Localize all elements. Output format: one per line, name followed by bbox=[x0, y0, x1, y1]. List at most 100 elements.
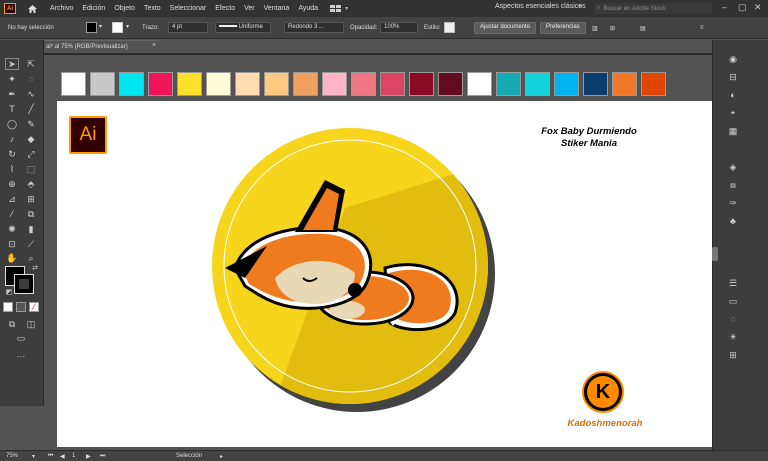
menu-objeto[interactable]: Objeto bbox=[114, 5, 135, 12]
appearance-icon[interactable]: ☀ bbox=[725, 330, 741, 344]
scale-tool-icon[interactable]: ⤢ bbox=[24, 148, 38, 160]
chevron-down-icon[interactable]: ▾ bbox=[126, 23, 129, 30]
ai-badge[interactable]: Ai bbox=[69, 116, 107, 154]
eraser-tool-icon[interactable]: ◆ bbox=[24, 133, 38, 145]
menu-ventana[interactable]: Ventana bbox=[264, 5, 290, 12]
stroke-weight-field[interactable]: 4 pt bbox=[168, 22, 208, 33]
artboard-number[interactable]: 1 bbox=[72, 453, 75, 459]
palette-swatch-7[interactable] bbox=[235, 72, 260, 96]
align-icon[interactable]: ▥ bbox=[592, 25, 598, 32]
stroke-color-swatch[interactable] bbox=[112, 22, 123, 33]
rotate-tool-icon[interactable]: ↻ bbox=[5, 148, 19, 160]
symbol-sprayer-tool-icon[interactable]: ✺ bbox=[5, 223, 19, 235]
menu-ayuda[interactable]: Ayuda bbox=[298, 5, 318, 12]
palette-swatch-17[interactable] bbox=[525, 72, 550, 96]
author-name[interactable]: Kadoshmenorah bbox=[555, 418, 655, 429]
close-tab-icon[interactable]: × bbox=[152, 42, 156, 49]
gradient-panel-icon[interactable]: ▭ bbox=[725, 294, 741, 308]
document-setup-button[interactable]: Ajustar documento bbox=[474, 22, 537, 34]
palette-swatch-16[interactable] bbox=[496, 72, 521, 96]
stroke-panel-icon[interactable]: ☰ bbox=[725, 276, 741, 290]
arrange-icon[interactable]: ▤ bbox=[640, 25, 646, 32]
stroke-label[interactable]: Trazo: bbox=[142, 25, 159, 31]
color-guide-icon[interactable]: ◓ bbox=[725, 106, 741, 120]
gradient-mode-icon[interactable] bbox=[16, 302, 26, 312]
arrange-documents-button[interactable]: ▾ bbox=[330, 4, 348, 13]
blend-tool-icon[interactable]: ⧉ bbox=[24, 208, 38, 220]
preferences-button[interactable]: Preferencias bbox=[540, 22, 586, 34]
artboard-tool-icon[interactable]: ⊡ bbox=[5, 238, 19, 250]
graphic-style-swatch[interactable] bbox=[444, 22, 455, 33]
mesh-tool-icon[interactable]: ⊞ bbox=[24, 193, 38, 205]
none-mode-icon[interactable]: ⁄ bbox=[29, 302, 39, 312]
menu-ver[interactable]: Ver bbox=[244, 5, 255, 12]
brush-dropdown[interactable]: Redondo 3 ... bbox=[284, 22, 344, 33]
zoom-level[interactable]: 75% bbox=[6, 453, 18, 459]
libraries-icon[interactable]: ⊟ bbox=[725, 70, 741, 84]
palette-swatch-10[interactable] bbox=[322, 72, 347, 96]
palette-swatch-3[interactable] bbox=[119, 72, 144, 96]
fox-sticker-illustration[interactable] bbox=[205, 128, 505, 418]
paintbrush-tool-icon[interactable]: ♪ bbox=[5, 133, 19, 145]
curvature-tool-icon[interactable]: ∿ bbox=[24, 88, 38, 100]
graph-tool-icon[interactable]: ▮ bbox=[24, 223, 38, 235]
screen-mode-icon[interactable]: ▭ bbox=[14, 332, 28, 344]
layers-icon[interactable]: ◈ bbox=[725, 160, 741, 174]
type-tool-icon[interactable]: T bbox=[5, 103, 19, 115]
artboards-icon[interactable]: ⧇ bbox=[725, 178, 741, 192]
draw-behind-icon[interactable]: ◫ bbox=[24, 318, 38, 330]
next-artboard-icon[interactable]: ▶ bbox=[86, 453, 91, 460]
menu-edicion[interactable]: Edición bbox=[82, 5, 105, 12]
palette-swatch-21[interactable] bbox=[641, 72, 666, 96]
perspective-grid-tool-icon[interactable]: ⊿ bbox=[5, 193, 19, 205]
draw-normal-icon[interactable]: ⧉ bbox=[5, 318, 19, 330]
stroke-profile-dropdown[interactable]: Uniforme bbox=[215, 22, 271, 33]
stock-search-input[interactable]: ⌕ Buscar en Adobe Stock bbox=[594, 3, 712, 14]
palette-swatch-11[interactable] bbox=[351, 72, 376, 96]
transparency-icon[interactable]: ◌ bbox=[725, 312, 741, 326]
transform-icon[interactable]: ⊞ bbox=[610, 25, 615, 32]
artwork-title[interactable]: Fox Baby Durmiendo Stiker Mania bbox=[530, 126, 648, 150]
palette-swatch-2[interactable] bbox=[90, 72, 115, 96]
graphic-styles-icon[interactable]: ⊞ bbox=[725, 348, 741, 362]
free-transform-tool-icon[interactable]: ⬚ bbox=[24, 163, 38, 175]
author-logo[interactable]: K bbox=[582, 371, 624, 413]
close-window-button[interactable]: ✕ bbox=[754, 2, 762, 13]
zoom-chevron-icon[interactable]: ▾ bbox=[32, 453, 35, 460]
shape-builder-tool-icon[interactable]: ⊕ bbox=[5, 178, 19, 190]
brushes-icon[interactable]: ✑ bbox=[725, 196, 741, 210]
palette-swatch-20[interactable] bbox=[612, 72, 637, 96]
vertical-scrollbar-thumb[interactable] bbox=[712, 247, 718, 261]
default-colors-icon[interactable]: ◩ bbox=[2, 286, 16, 298]
panel-menu-icon[interactable]: ≡ bbox=[700, 25, 704, 31]
menu-seleccionar[interactable]: Seleccionar bbox=[170, 5, 207, 12]
palette-swatch-14[interactable] bbox=[438, 72, 463, 96]
line-tool-icon[interactable]: ╱ bbox=[24, 103, 38, 115]
pen-tool-icon[interactable]: ✒ bbox=[5, 88, 19, 100]
first-artboard-icon[interactable]: ⏮ bbox=[48, 453, 53, 460]
magic-wand-tool-icon[interactable]: ✦ bbox=[5, 73, 19, 85]
palette-swatch-4[interactable] bbox=[148, 72, 173, 96]
home-icon[interactable] bbox=[26, 4, 38, 14]
palette-swatch-13[interactable] bbox=[409, 72, 434, 96]
status-chevron-icon[interactable]: ▸ bbox=[220, 453, 223, 460]
direct-selection-tool-icon[interactable]: ⇱ bbox=[24, 58, 38, 70]
current-tool-status[interactable]: Selección bbox=[176, 453, 202, 459]
properties-icon[interactable]: ◉ bbox=[725, 52, 741, 66]
eyedropper-tool-icon[interactable]: ⁄ bbox=[5, 208, 19, 220]
color-panel-icon[interactable]: ◐ bbox=[725, 88, 741, 102]
palette-swatch-8[interactable] bbox=[264, 72, 289, 96]
palette-swatch-15[interactable] bbox=[467, 72, 492, 96]
palette-swatch-19[interactable] bbox=[583, 72, 608, 96]
menu-archivo[interactable]: Archivo bbox=[50, 5, 73, 12]
workspace-chevron-icon[interactable]: ▾ bbox=[578, 3, 581, 10]
slice-tool-icon[interactable]: ⟋ bbox=[24, 238, 38, 250]
workspace-switcher[interactable]: Aspectos esenciales clásicos bbox=[495, 3, 586, 10]
menu-efecto[interactable]: Efecto bbox=[215, 5, 235, 12]
hand-tool-icon[interactable]: ✋ bbox=[5, 252, 19, 264]
swap-colors-icon[interactable]: ⇄ bbox=[28, 262, 42, 274]
pencil-tool-icon[interactable]: ✎ bbox=[24, 118, 38, 130]
palette-swatch-5[interactable] bbox=[177, 72, 202, 96]
palette-swatch-18[interactable] bbox=[554, 72, 579, 96]
document-tab[interactable]: ai* al 75% (RGB/Previsualizar) bbox=[44, 40, 160, 53]
